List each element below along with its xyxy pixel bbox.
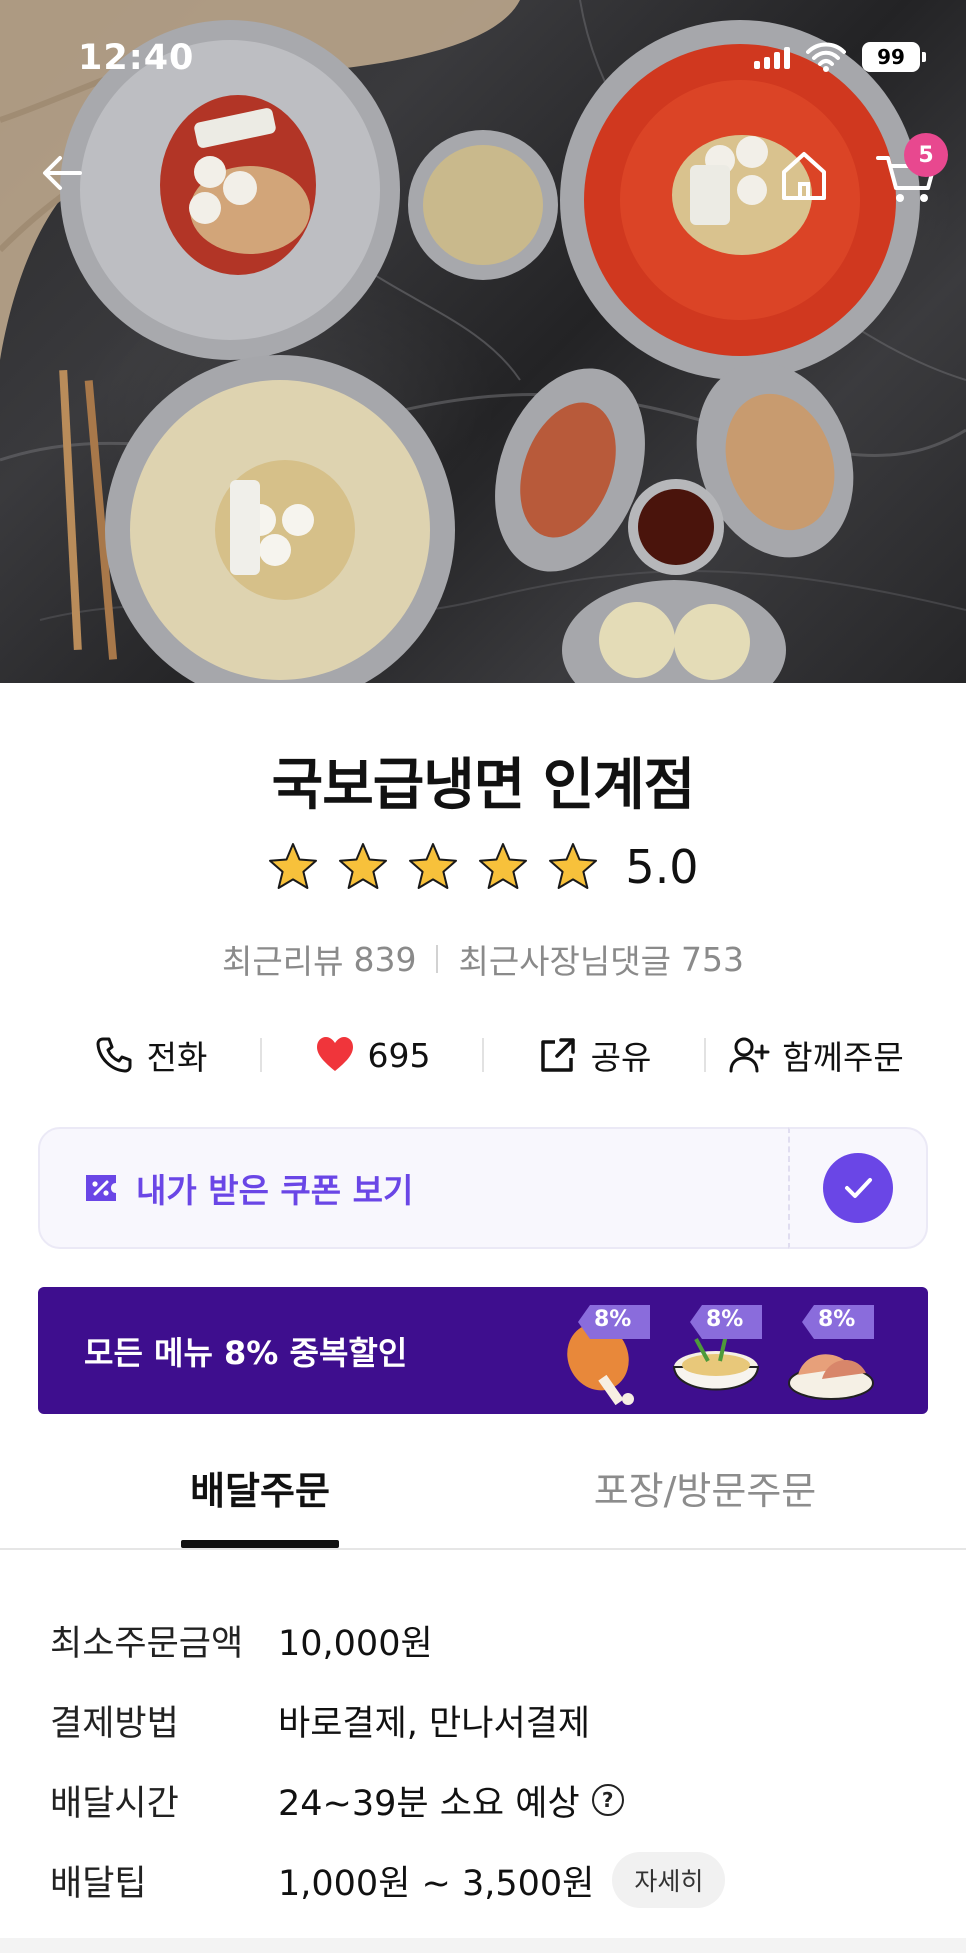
coupon-icon: [86, 1175, 116, 1201]
discount-tag-label: 8%: [594, 1307, 632, 1332]
delivery-time-value: 24~39분 소요 예상: [278, 1783, 580, 1824]
share-icon: [540, 1038, 575, 1072]
review-separator: [436, 945, 439, 973]
min-order-label: 최소주문금액: [50, 1623, 244, 1664]
star-icon: [269, 843, 318, 889]
group-order-button[interactable]: 함께주문: [706, 1031, 926, 1079]
tab-delivery-order[interactable]: 배달주문: [180, 1460, 340, 1548]
store-action-row: 전화 695 공유 함께주문: [40, 1025, 926, 1085]
home-icon[interactable]: [776, 148, 832, 204]
delivery-time-label: 배달시간: [50, 1783, 179, 1824]
recent-reviews-label: 최근리뷰: [222, 942, 344, 981]
section-divider: [0, 1938, 966, 1953]
share-button[interactable]: 공유: [484, 1031, 704, 1079]
delivery-time-value-wrap: 24~39분 소요 예상 ?: [278, 1775, 624, 1826]
status-icons: 99: [754, 42, 926, 72]
info-row-delivery-time: 배달시간 24~39분 소요 예상 ?: [50, 1760, 920, 1840]
battery-icon: 99: [862, 42, 926, 72]
delivery-tip-detail-button[interactable]: 자세히: [612, 1852, 726, 1908]
info-row-delivery-tip: 배달팁 1,000원 ~ 3,500원 자세히: [50, 1840, 920, 1920]
min-order-value: 10,000원: [278, 1623, 433, 1664]
star-icon: [549, 843, 598, 889]
help-icon[interactable]: ?: [591, 1784, 624, 1816]
review-summary[interactable]: 최근리뷰 839 최근사장님댓글 753: [0, 935, 966, 983]
star-icon: [339, 843, 388, 889]
delivery-tip-value: 1,000원 ~ 3,500원: [278, 1863, 595, 1904]
delivery-tip-label: 배달팁: [50, 1863, 147, 1904]
delivery-tip-value-wrap: 1,000원 ~ 3,500원 자세히: [278, 1852, 726, 1908]
delivery-info: 최소주문금액 10,000원 결제방법 바로결제, 만나서결제 배달시간 24~…: [50, 1600, 920, 1920]
info-row-min-order: 최소주문금액 10,000원: [50, 1600, 920, 1680]
share-label: 공유: [590, 1038, 652, 1077]
store-name: 국보급냉면 인계점: [271, 753, 696, 818]
info-row-payment: 결제방법 바로결제, 만나서결제: [50, 1680, 920, 1760]
promo-banner[interactable]: 모든 메뉴 8% 중복할인 8% 8% 8%: [38, 1287, 928, 1414]
coupon-check-button[interactable]: [788, 1127, 928, 1249]
promo-text: 모든 메뉴 8% 중복할인: [84, 1333, 408, 1372]
status-time: 12:40: [78, 38, 195, 78]
like-count: 695: [367, 1035, 431, 1075]
cart-count-badge: 5: [904, 133, 948, 177]
discount-tag-label: 8%: [818, 1307, 856, 1332]
back-arrow-icon[interactable]: [36, 146, 90, 200]
coupon-label: 내가 받은 쿠폰 보기: [136, 1171, 414, 1210]
phone-icon: [96, 1037, 132, 1073]
payment-label: 결제방법: [50, 1703, 179, 1744]
hero-photo: [0, 0, 966, 683]
call-button[interactable]: 전화: [40, 1031, 260, 1079]
payment-value: 바로결제, 만나서결제: [278, 1703, 591, 1744]
heart-icon: [316, 1037, 353, 1071]
add-person-icon: [729, 1037, 770, 1073]
like-button[interactable]: 695: [262, 1034, 482, 1076]
coupon-button[interactable]: 내가 받은 쿠폰 보기: [38, 1127, 790, 1249]
rating-value: 5.0: [625, 840, 699, 894]
store-hero-image: 12:40 99 5: [0, 0, 966, 683]
call-label: 전화: [146, 1038, 208, 1077]
wifi-icon: [806, 42, 846, 72]
owner-replies-count: 753: [680, 939, 744, 979]
star-icon: [409, 843, 458, 889]
active-tab-indicator: [181, 1540, 339, 1548]
discount-tag-label: 8%: [706, 1307, 744, 1332]
order-type-tabs: 배달주문 포장/방문주문: [0, 1460, 966, 1550]
group-order-label: 함께주문: [782, 1038, 904, 1077]
signal-icon: [754, 45, 790, 69]
star-icon: [479, 843, 528, 889]
rating-row[interactable]: 5.0: [0, 840, 966, 894]
check-icon: [823, 1153, 893, 1223]
owner-replies-label: 최근사장님댓글: [458, 942, 671, 981]
recent-reviews-count: 839: [353, 939, 417, 979]
tab-pickup-order[interactable]: 포장/방문주문: [560, 1460, 850, 1548]
